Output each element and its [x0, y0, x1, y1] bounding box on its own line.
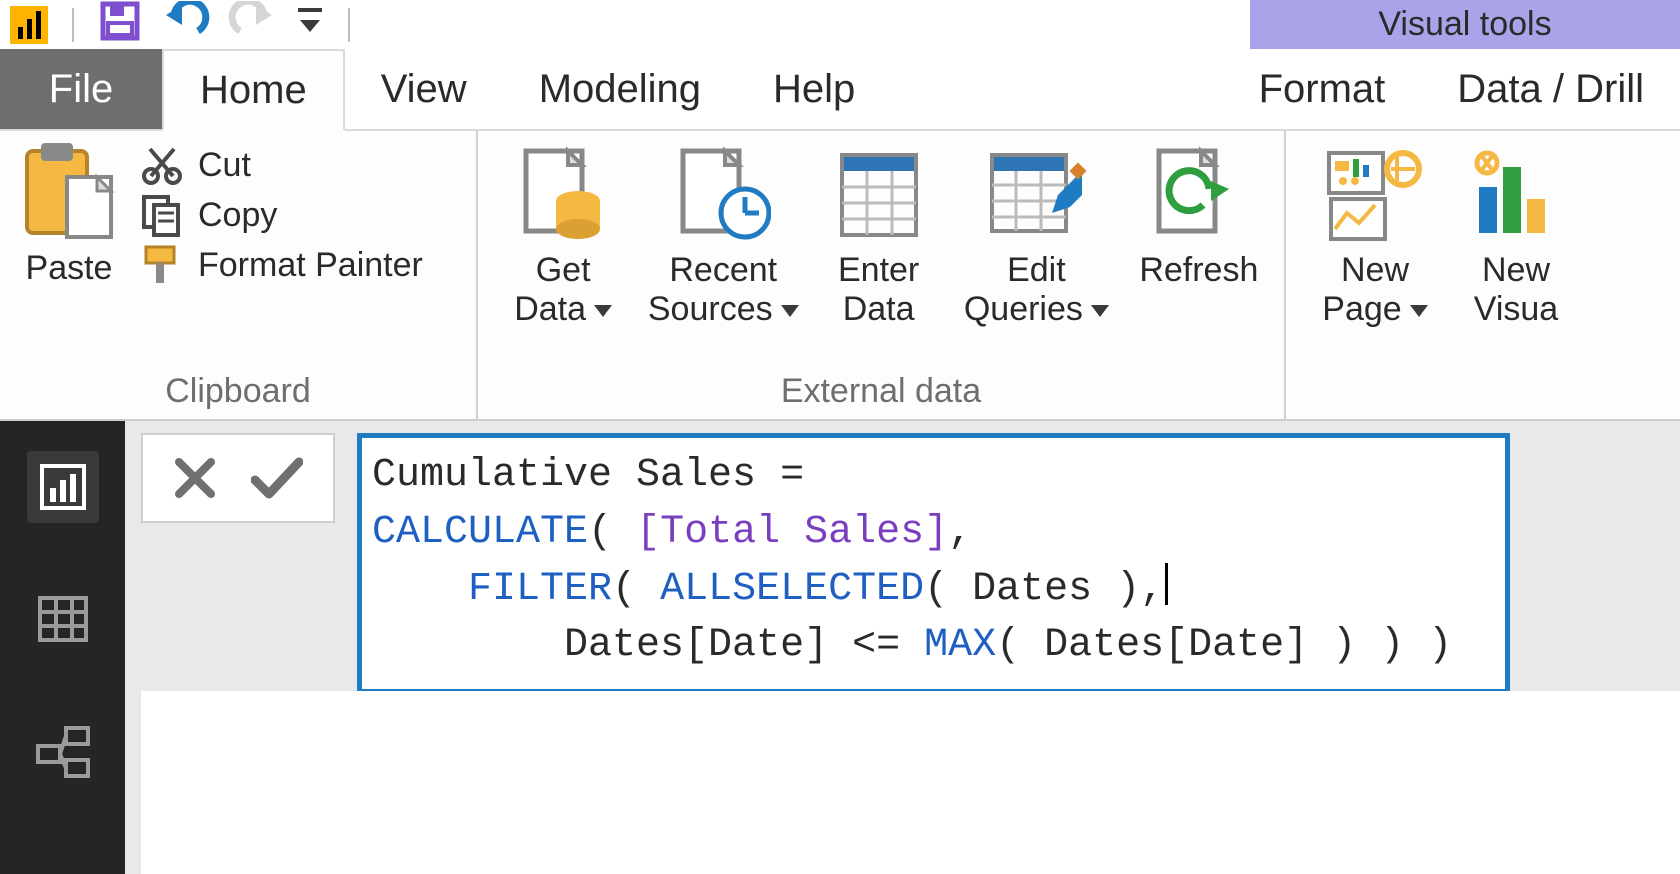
new-visual-icon — [1471, 149, 1561, 241]
qat-separator — [72, 8, 74, 42]
qat-separator — [348, 8, 350, 42]
ribbon-group-clipboard: Paste Cut — [0, 131, 478, 419]
commit-formula-icon[interactable] — [251, 456, 303, 500]
tok-max: MAX — [924, 623, 996, 668]
tab-format[interactable]: Format — [1223, 49, 1422, 129]
ribbon-group-external-data: Get Data Recent Sources — [478, 131, 1286, 419]
format-painter-button[interactable]: Format Painter — [140, 243, 423, 287]
copy-label: Copy — [198, 196, 277, 235]
recent-sources-button[interactable]: Recent Sources — [640, 137, 806, 329]
cut-button[interactable]: Cut — [140, 143, 423, 187]
undo-icon[interactable] — [160, 1, 210, 49]
external-data-group-label: External data — [492, 370, 1270, 417]
save-icon[interactable] — [98, 0, 142, 51]
scissors-icon — [140, 143, 184, 187]
left-nav — [0, 421, 125, 874]
paste-label: Paste — [26, 249, 113, 288]
tok-filter: FILTER — [468, 567, 612, 612]
tab-data-drill[interactable]: Data / Drill — [1421, 49, 1680, 129]
nav-report-view-icon[interactable] — [27, 451, 99, 523]
tok-allselected: ALLSELECTED — [660, 567, 924, 612]
chevron-down-icon — [1091, 305, 1109, 317]
app-icon — [10, 6, 48, 44]
visual-tools-label: Visual tools — [1378, 5, 1551, 44]
copy-icon — [140, 193, 184, 237]
cut-label: Cut — [198, 146, 251, 185]
ribbon-group-insert: New Page New Visua — [1286, 131, 1680, 419]
format-painter-icon — [140, 243, 184, 287]
chevron-down-icon — [1410, 305, 1428, 317]
recent-sources-icon — [675, 145, 771, 245]
ribbon: Paste Cut — [0, 131, 1680, 421]
tok-total-sales: [Total Sales] — [636, 510, 948, 555]
tab-file[interactable]: File — [0, 49, 162, 129]
refresh-button[interactable]: Refresh — [1128, 137, 1270, 329]
ribbon-tabs: File Home View Modeling Help Format Data… — [0, 49, 1680, 131]
visual-tools-contextual-tab-header: Visual tools — [1250, 0, 1680, 49]
text-caret — [1165, 563, 1168, 605]
nav-model-view-icon[interactable] — [27, 715, 99, 787]
clipboard-group-label: Clipboard — [14, 370, 462, 417]
formula-bar-buttons — [141, 433, 335, 523]
tok-calculate: CALCULATE — [372, 510, 588, 555]
new-page-icon — [1325, 147, 1425, 243]
tab-help[interactable]: Help — [737, 49, 891, 129]
enter-data-icon — [834, 147, 924, 243]
tab-view[interactable]: View — [345, 49, 503, 129]
chevron-down-icon — [781, 305, 799, 317]
tab-home[interactable]: Home — [162, 49, 345, 131]
new-page-button[interactable]: New Page — [1300, 137, 1450, 329]
format-painter-label: Format Painter — [198, 246, 423, 285]
qat-customize-icon[interactable] — [296, 4, 324, 46]
tab-modeling[interactable]: Modeling — [503, 49, 737, 129]
refresh-icon — [1151, 145, 1247, 245]
copy-button[interactable]: Copy — [140, 193, 423, 237]
redo-icon[interactable] — [228, 1, 278, 49]
chevron-down-icon — [594, 305, 612, 317]
quick-access-toolbar: Visual tools — [0, 0, 1680, 49]
get-data-button[interactable]: Get Data — [492, 137, 634, 329]
canvas-whitespace[interactable] — [141, 691, 1680, 874]
formula-bar[interactable]: Cumulative Sales = CALCULATE( [Total Sal… — [357, 433, 1510, 694]
formula-line1: Cumulative Sales = — [372, 453, 828, 498]
enter-data-button[interactable]: Enter Data — [812, 137, 945, 329]
workspace: Cumulative Sales = CALCULATE( [Total Sal… — [0, 421, 1680, 874]
new-visual-button[interactable]: New Visua — [1456, 137, 1576, 329]
cancel-formula-icon[interactable] — [173, 456, 217, 500]
get-data-icon — [518, 145, 608, 245]
nav-data-view-icon[interactable] — [27, 583, 99, 655]
report-canvas: Cumulative Sales = CALCULATE( [Total Sal… — [125, 421, 1680, 874]
edit-queries-button[interactable]: Edit Queries — [951, 137, 1122, 329]
paste-button[interactable]: Paste — [14, 137, 124, 288]
edit-queries-icon — [986, 147, 1086, 243]
